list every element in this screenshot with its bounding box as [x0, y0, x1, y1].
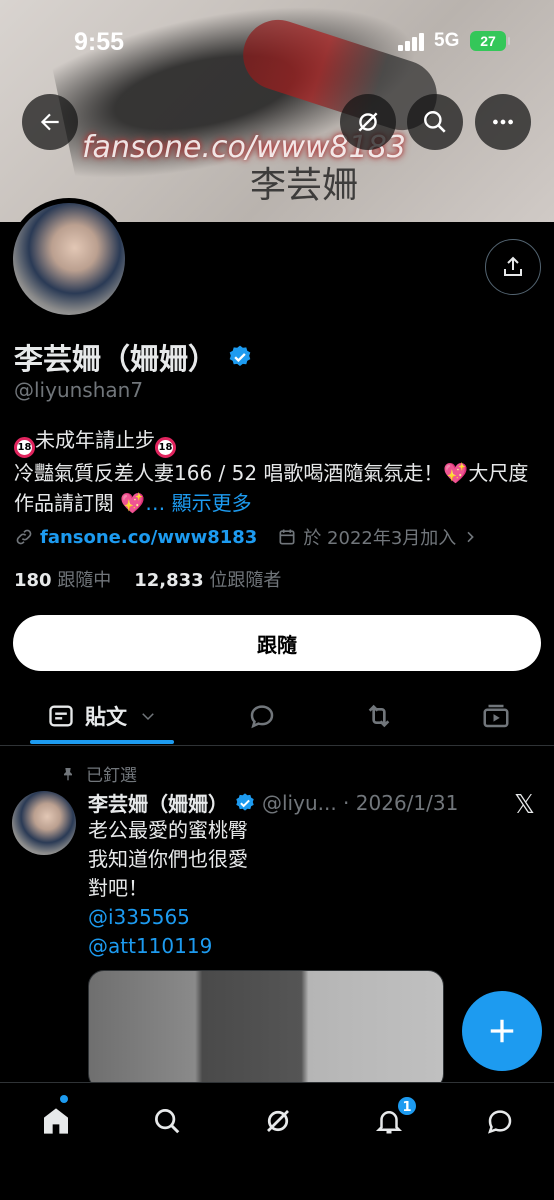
post-avatar[interactable]	[12, 791, 76, 855]
post-line: 對吧！	[88, 876, 148, 900]
chevron-right-icon	[467, 531, 475, 543]
nav-search[interactable]	[147, 1101, 187, 1141]
followers-stat[interactable]: 12,833 位跟隨者	[134, 570, 281, 591]
post-author-name[interactable]: 李芸姍（姍姍）	[88, 788, 228, 817]
post-handle-date: @liyu... · 2026/1/31	[262, 790, 459, 815]
arrow-left-icon	[40, 113, 59, 131]
follow-stats: 180 跟隨中 12,833 位跟隨者	[14, 566, 281, 592]
following-label: 跟隨中	[57, 570, 112, 591]
bio-line-2: 冷豔氣質反差人妻166 / 52 唱歌喝酒隨氣氛走！💖大尺度作品請訂閱 💖	[14, 461, 529, 515]
pinned-label: 已釘選	[86, 766, 137, 786]
post-line: 我知道你們也很愛	[88, 847, 248, 871]
bio-line-1: 未成年請止步	[35, 428, 155, 452]
profile-tabs: 貼文	[0, 688, 554, 746]
plus-icon	[490, 1019, 514, 1043]
share-icon	[504, 256, 522, 276]
search-button[interactable]	[407, 94, 463, 150]
grok-icon	[358, 112, 378, 132]
tab-posts[interactable]: 貼文	[30, 688, 174, 744]
following-count: 180	[14, 570, 52, 591]
profile-link[interactable]: fansone.co/www8183	[40, 527, 257, 548]
verified-badge-icon	[236, 792, 254, 811]
notification-badge: 1	[396, 1095, 418, 1117]
profile-bio: 18 未成年請止步 18 冷豔氣質反差人妻166 / 52 唱歌喝酒隨氣氛走！💖大尺…	[14, 425, 544, 518]
signal-icon	[398, 33, 426, 51]
pin-icon	[64, 767, 72, 781]
banner-watermark-name: 李芸姍	[250, 165, 359, 206]
grok-button[interactable]	[340, 94, 396, 150]
back-button[interactable]	[22, 94, 78, 150]
tab-replies[interactable]	[232, 688, 292, 744]
following-stat[interactable]: 180 跟隨中	[14, 570, 111, 591]
search-icon	[155, 1109, 180, 1134]
posts-icon	[49, 705, 73, 727]
nav-home[interactable]	[36, 1101, 76, 1141]
link-icon	[16, 529, 32, 545]
active-tab-indicator	[30, 740, 174, 744]
tab-reposts[interactable]	[349, 688, 409, 744]
profile-handle: @liyunshan7	[14, 378, 144, 402]
calendar-icon	[279, 529, 295, 545]
post-line: 老公最愛的蜜桃臀	[88, 818, 248, 842]
post-text[interactable]: 老公最愛的蜜桃臀 我知道你們也很愛 對吧！ @i335565 @att11011…	[88, 816, 248, 961]
post-header: 李芸姍（姍姍） @liyu... · 2026/1/31	[88, 788, 458, 817]
reply-icon	[250, 705, 274, 729]
join-date-text: 於 2022年3月加入	[303, 528, 457, 549]
battery-icon: 27	[470, 31, 510, 51]
more-button[interactable]	[475, 94, 531, 150]
repost-icon	[368, 704, 390, 728]
follow-button[interactable]: 跟隨	[13, 615, 541, 671]
pinned-indicator: 已釘選	[60, 761, 137, 786]
verified-badge-icon[interactable]	[227, 344, 253, 370]
post-mention[interactable]: @i335565	[88, 903, 248, 932]
age-restricted-icon: 18	[155, 437, 176, 458]
more-icon	[493, 119, 513, 125]
show-more-link[interactable]: … 顯示更多	[145, 491, 251, 515]
followers-label: 位跟隨者	[209, 570, 282, 591]
search-icon	[424, 111, 446, 133]
join-date[interactable]: 於 2022年3月加入	[277, 524, 478, 550]
status-bar: 9:55 5G 27	[0, 0, 554, 80]
grok-icon	[267, 1110, 289, 1132]
share-button[interactable]	[485, 239, 541, 295]
home-icon	[44, 1108, 68, 1134]
nav-messages[interactable]	[480, 1101, 520, 1141]
compose-button[interactable]	[462, 991, 542, 1071]
home-unread-dot	[60, 1095, 68, 1103]
followers-count: 12,833	[134, 570, 204, 591]
chevron-down-icon	[142, 713, 154, 721]
post-media-image[interactable]	[88, 970, 444, 1090]
tab-media[interactable]	[466, 688, 526, 744]
x-logo-icon: 𝕏	[514, 790, 535, 820]
profile-meta: fansone.co/www8183 於 2022年3月加入	[14, 524, 478, 550]
network-type: 5G	[434, 30, 460, 51]
nav-grok[interactable]	[258, 1101, 298, 1141]
profile-avatar[interactable]	[8, 198, 130, 320]
avatar-image	[13, 203, 125, 315]
profile-name: 李芸姍（姍姍）	[14, 342, 218, 376]
age-restricted-icon: 18	[14, 437, 35, 458]
chat-icon	[488, 1110, 512, 1134]
post-mention[interactable]: @att110119	[88, 932, 248, 961]
media-icon	[483, 704, 509, 728]
tab-posts-label: 貼文	[85, 705, 127, 729]
status-time: 9:55	[74, 28, 125, 56]
bottom-navigation: 1	[0, 1082, 554, 1200]
profile-name-row: 李芸姍（姍姍）	[14, 336, 253, 378]
